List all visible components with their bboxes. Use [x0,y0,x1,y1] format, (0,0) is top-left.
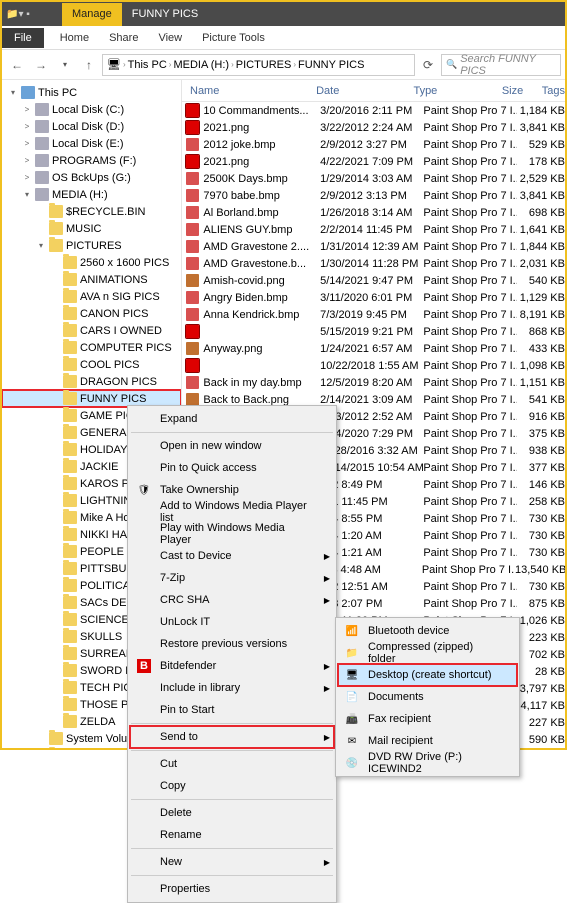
tree-item[interactable]: CANON PICS [2,305,181,322]
sendto-bluetooth-device[interactable]: 📶Bluetooth device [338,620,517,642]
refresh-button[interactable]: ⟳ [417,54,439,76]
file-row[interactable]: 2021.png4/22/2021 7:09 PMPaint Shop Pro … [182,153,565,170]
tree-item[interactable]: CARS I OWNED [2,322,181,339]
qat-icon[interactable]: 📁▾ ▪ [6,9,30,20]
ctx-play-with-windows-media-player[interactable]: Play with Windows Media Player [130,523,334,545]
ctx-pin-to-start[interactable]: Pin to Start [130,699,334,721]
ctx-take-ownership[interactable]: 🛡Take Ownership [130,479,334,501]
ctx-crc-sha[interactable]: CRC SHA▶ [130,589,334,611]
ctx-pin-to-quick-access[interactable]: Pin to Quick access [130,457,334,479]
menubar: File Home Share View Picture Tools [2,26,565,50]
tree-item[interactable]: >Local Disk (C:) [2,101,181,118]
sendto-submenu[interactable]: 📶Bluetooth device📁Compressed (zipped) fo… [335,617,520,777]
ctx-new[interactable]: New▶ [130,851,334,873]
sendto-documents[interactable]: 📄Documents [338,686,517,708]
crumb[interactable]: MEDIA (H:) [173,59,229,71]
sendto-desktop-create-shortcut-[interactable]: 🖥Desktop (create shortcut) [338,664,517,686]
ctx-rename[interactable]: Rename [130,824,334,846]
ctx-properties[interactable]: Properties [130,878,334,900]
tree-item[interactable]: AVA n SIG PICS [2,288,181,305]
tree-item[interactable]: >OS BckUps (G:) [2,169,181,186]
tree-item[interactable]: COOL PICS [2,356,181,373]
ctx-include-in-library[interactable]: Include in library▶ [130,677,334,699]
up-button[interactable]: ↑ [78,54,100,76]
tree-item[interactable]: MUSIC [2,220,181,237]
file-row[interactable]: 7970 babe.bmp2/9/2012 3:13 PMPaint Shop … [182,187,565,204]
ctx-restore-previous-versions[interactable]: Restore previous versions [130,633,334,655]
context-menu[interactable]: Expand Open in new windowPin to Quick acc… [127,405,337,903]
ctx-cast-to-device[interactable]: Cast to Device▶ [130,545,334,567]
view-tab[interactable]: View [148,32,192,44]
tree-item[interactable]: ▾This PC [2,84,181,101]
tree-item[interactable]: >Local Disk (D:) [2,118,181,135]
picture-tools-tab[interactable]: Picture Tools [192,32,275,44]
column-headers[interactable]: Name Date Type Size Tags [182,80,565,102]
file-row[interactable]: 10 Commandments...3/20/2016 2:11 PMPaint… [182,102,565,119]
col-date[interactable]: Date [312,85,409,97]
col-tags[interactable]: Tags [538,85,565,97]
file-row[interactable]: ALIENS GUY.bmp2/2/2014 11:45 PMPaint Sho… [182,221,565,238]
tree-item[interactable]: >Local Disk (E:) [2,135,181,152]
ctx-delete[interactable]: Delete [130,802,334,824]
tree-item[interactable]: 2560 x 1600 PICS [2,254,181,271]
ctx-expand[interactable]: Expand [130,408,334,430]
ctx-send-to[interactable]: Send to▶ [130,726,334,748]
tree-item[interactable]: >PROGRAMS (F:) [2,152,181,169]
ctx--zip[interactable]: 7-Zip▶ [130,567,334,589]
file-row[interactable]: 2021.png3/22/2012 2:24 AMPaint Shop Pro … [182,119,565,136]
recent-dropdown[interactable]: ▾ [54,54,76,76]
col-size[interactable]: Size [498,85,538,97]
sendto-fax-recipient[interactable]: 📠Fax recipient [338,708,517,730]
ctx-unlock-it[interactable]: UnLock IT [130,611,334,633]
crumb[interactable]: PICTURES [236,59,292,71]
file-row[interactable]: 10/22/2018 1:55 AMPaint Shop Pro 7 I...1… [182,357,565,374]
ctx-bitdefender[interactable]: BBitdefender▶ [130,655,334,677]
file-row[interactable]: 5/15/2019 9:21 PMPaint Shop Pro 7 I...86… [182,323,565,340]
file-tab[interactable]: File [2,28,44,48]
back-button[interactable]: ← [6,54,28,76]
breadcrumb[interactable]: 🖥› This PC› MEDIA (H:)› PICTURES› FUNNY … [102,54,415,76]
tree-item[interactable]: $RECYCLE.BIN [2,203,181,220]
tree-item[interactable]: ▾MEDIA (H:) [2,186,181,203]
file-row[interactable]: Amish-covid.png5/14/2021 9:47 PMPaint Sh… [182,272,565,289]
file-row[interactable]: Angry Biden.bmp3/11/2020 6:01 PMPaint Sh… [182,289,565,306]
ribbon-manage[interactable]: Manage [62,3,122,26]
titlebar: 📁▾ ▪ Manage FUNNY PICS [2,2,565,26]
file-row[interactable]: AMD Gravestone.b...1/30/2014 11:28 PMPai… [182,255,565,272]
ctx-add-to-windows-media-player-list[interactable]: Add to Windows Media Player list [130,501,334,523]
tree-item[interactable]: DRAGON PICS [2,373,181,390]
pc-icon: 🖥 [107,58,121,71]
file-row[interactable]: Al Borland.bmp1/26/2018 3:14 AMPaint Sho… [182,204,565,221]
sendto-mail-recipient[interactable]: ✉Mail recipient [338,730,517,752]
file-row[interactable]: 2012 joke.bmp2/9/2012 3:27 PMPaint Shop … [182,136,565,153]
sendto-dvd-rw-drive-p-icewind-[interactable]: 💿DVD RW Drive (P:) ICEWIND2 [338,752,517,774]
share-tab[interactable]: Share [99,32,148,44]
crumb[interactable]: This PC [128,59,167,71]
ctx-cut[interactable]: Cut [130,753,334,775]
file-row[interactable]: AMD Gravestone 2....1/31/2014 12:39 AMPa… [182,238,565,255]
col-type[interactable]: Type [409,85,497,97]
address-bar: ← → ▾ ↑ 🖥› This PC› MEDIA (H:)› PICTURES… [2,50,565,80]
search-input[interactable]: Search FUNNY PICS [441,54,561,76]
ctx-open-in-new-window[interactable]: Open in new window [130,435,334,457]
sendto-compressed-zipped-folder[interactable]: 📁Compressed (zipped) folder [338,642,517,664]
file-row[interactable]: Anna Kendrick.bmp7/3/2019 9:45 PMPaint S… [182,306,565,323]
col-name[interactable]: Name [186,85,312,97]
crumb[interactable]: FUNNY PICS [298,59,364,71]
file-row[interactable]: Anyway.png1/24/2021 6:57 AMPaint Shop Pr… [182,340,565,357]
file-row[interactable]: 2500K Days.bmp1/29/2014 3:03 AMPaint Sho… [182,170,565,187]
forward-button[interactable]: → [30,54,52,76]
home-tab[interactable]: Home [50,32,99,44]
tree-item[interactable]: ▾PICTURES [2,237,181,254]
window-title: FUNNY PICS [122,3,208,26]
tree-item[interactable]: COMPUTER PICS [2,339,181,356]
tree-item[interactable]: ANIMATIONS [2,271,181,288]
ctx-copy[interactable]: Copy [130,775,334,797]
file-row[interactable]: Back in my day.bmp12/5/2019 8:20 AMPaint… [182,374,565,391]
